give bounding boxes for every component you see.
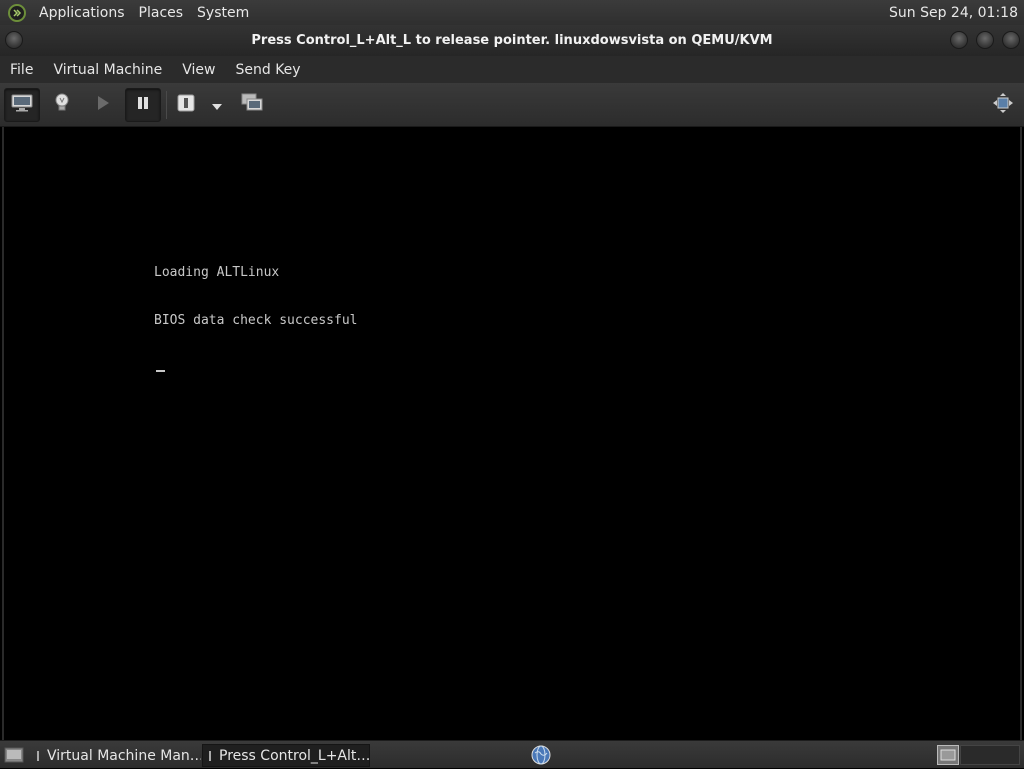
shutdown-dropdown-button[interactable] [204,88,230,122]
text-cursor [156,370,165,372]
places-menu[interactable]: Places [132,5,191,21]
snapshots-icon [241,93,263,117]
pause-button[interactable] [125,88,161,122]
show-details-button[interactable] [44,88,80,122]
taskbar-item-virtual-machine-manager[interactable]: Virtual Machine Man… [31,744,201,767]
network-globe-icon[interactable] [531,745,551,769]
top-panel: Applications Places System Sun Sep 24, 0… [0,0,1024,25]
close-button[interactable] [1002,31,1020,49]
minimize-button[interactable] [950,31,968,49]
show-desktop-icon[interactable] [4,746,24,768]
vm-console-display[interactable]: Loading ALTLinux BIOS data check success… [2,127,1022,740]
console-output: Loading ALTLinux BIOS data check success… [154,233,358,404]
applications-logo-icon[interactable] [8,3,26,22]
console-line: Loading ALTLinux [154,265,280,280]
power-icon [176,93,196,117]
system-menu[interactable]: System [190,5,256,21]
toolbar-separator [166,91,167,119]
fullscreen-button[interactable] [985,88,1021,122]
dropdown-arrow-icon [211,96,223,115]
taskbar-item-label: Press Control_L+Alt… [219,747,370,764]
lightbulb-icon [53,93,71,117]
vm-manager-icon [37,750,39,761]
window-title: Press Control_L+Alt_L to release pointer… [251,33,773,48]
toolbar [0,83,1024,127]
menu-virtual-machine[interactable]: Virtual Machine [43,62,172,78]
maximize-button[interactable] [976,31,994,49]
show-console-button[interactable] [4,88,40,122]
menu-file[interactable]: File [0,62,43,78]
menubar: File Virtual Machine View Send Key [0,56,1024,83]
run-button[interactable] [85,88,121,122]
workspace-switcher-icon[interactable] [937,745,959,769]
fullscreen-icon [992,93,1014,117]
menu-view[interactable]: View [172,62,225,78]
window-menu-button[interactable] [5,31,23,49]
taskbar-item-vm-console[interactable]: Press Control_L+Alt… [202,744,370,767]
taskbar-item-label: Virtual Machine Man… [47,747,201,764]
shutdown-button[interactable] [168,88,204,122]
pause-icon [135,95,151,115]
applications-menu[interactable]: Applications [32,5,132,21]
workspace-2[interactable] [960,745,1020,765]
console-icon [11,94,33,116]
menu-send-key[interactable]: Send Key [225,62,310,78]
console-line: BIOS data check successful [154,313,358,328]
play-icon [95,95,111,115]
vm-console-icon [209,750,211,761]
bottom-panel: Virtual Machine Man… Press Control_L+Alt… [0,740,1024,768]
clock[interactable]: Sun Sep 24, 01:18 [889,5,1018,21]
snapshots-button[interactable] [234,88,270,122]
window-titlebar[interactable]: Press Control_L+Alt_L to release pointer… [0,25,1024,56]
